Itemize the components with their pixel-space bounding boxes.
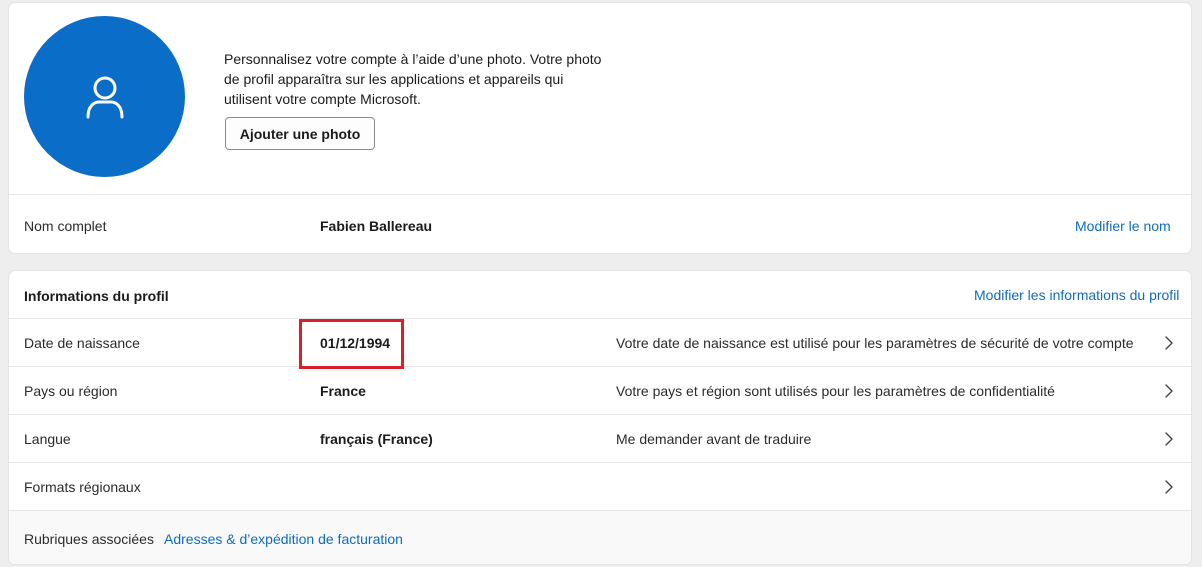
add-photo-button[interactable]: Ajouter une photo — [225, 117, 375, 150]
full-name-label: Nom complet — [24, 218, 107, 234]
chevron-right-icon — [1165, 336, 1173, 350]
divider — [9, 194, 1191, 195]
highlight-box — [299, 319, 404, 369]
profile-info-heading: Informations du profil — [24, 288, 169, 304]
language-value: français (France) — [320, 431, 433, 447]
chevron-right-icon — [1165, 384, 1173, 398]
birthdate-description: Votre date de naissance est utilisé pour… — [616, 335, 1134, 351]
country-row[interactable]: Pays ou région France Votre pays et régi… — [9, 367, 1191, 415]
language-row[interactable]: Langue français (France) Me demander ava… — [9, 415, 1191, 463]
language-label: Langue — [24, 431, 71, 447]
regional-formats-label: Formats régionaux — [24, 479, 141, 495]
language-description: Me demander avant de traduire — [616, 431, 812, 447]
regional-formats-row[interactable]: Formats régionaux — [9, 463, 1191, 511]
related-topics-label: Rubriques associées — [24, 531, 154, 547]
country-description: Votre pays et région sont utilisés pour … — [616, 383, 1055, 399]
photo-description: Personnalisez votre compte à l’aide d’un… — [224, 51, 602, 107]
birthdate-label: Date de naissance — [24, 335, 140, 351]
chevron-right-icon — [1165, 432, 1173, 446]
edit-profile-info-link[interactable]: Modifier les informations du profil — [974, 287, 1179, 303]
full-name-row: Nom complet Fabien Ballereau Modifier le… — [9, 202, 1191, 250]
avatar — [24, 16, 185, 177]
billing-addresses-link[interactable]: Adresses & d’expédition de facturation — [164, 531, 403, 547]
full-name-value: Fabien Ballereau — [320, 218, 433, 234]
related-topics-row: Rubriques associées Adresses & d’expédit… — [9, 511, 1191, 564]
person-icon — [86, 76, 123, 118]
country-value: France — [320, 383, 366, 399]
country-label: Pays ou région — [24, 383, 118, 399]
chevron-right-icon — [1165, 480, 1173, 494]
profile-photo-card: Personnalisez votre compte à l’aide d’un… — [8, 2, 1192, 254]
edit-name-link[interactable]: Modifier le nom — [1075, 218, 1171, 234]
profile-info-card: Informations du profil Modifier les info… — [8, 270, 1192, 565]
birthdate-row[interactable]: Date de naissance 01/12/1994 Votre date … — [9, 319, 1191, 367]
